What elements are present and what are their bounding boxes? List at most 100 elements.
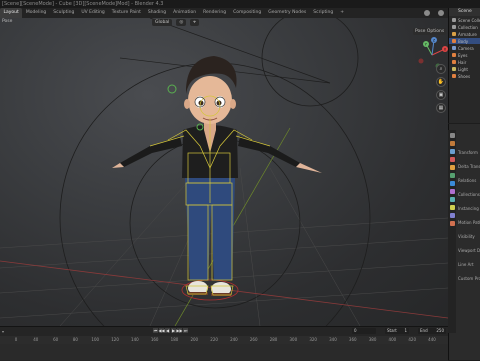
mode-selector[interactable]: Pose — [2, 19, 12, 24]
properties-panel-row[interactable]: Line Art — [458, 262, 480, 267]
outliner-item[interactable]: Eyes — [449, 52, 480, 58]
end-frame-label: End — [420, 328, 428, 333]
ruler-tick-label: 400 — [388, 337, 397, 342]
outliner-item[interactable]: Collection — [449, 24, 480, 30]
timeline-track-area[interactable] — [0, 344, 448, 360]
properties-tab-icon[interactable] — [449, 149, 455, 154]
properties-panel-row[interactable]: Viewport Display — [458, 248, 480, 253]
ruler-tick-label: 420 — [408, 337, 417, 342]
ruler-tick-label: 180 — [170, 337, 179, 342]
properties-panel-row[interactable]: Visibility — [458, 234, 480, 239]
ruler-tick-label: 100 — [91, 337, 100, 342]
outliner-item[interactable]: Camera — [449, 45, 480, 51]
object-type-icon — [452, 39, 456, 43]
workspace-tab-layout[interactable]: Layout — [0, 8, 23, 18]
camera-view-icon[interactable]: ▣ — [436, 90, 446, 100]
current-frame-field[interactable]: 0 — [352, 328, 376, 334]
start-frame-field[interactable]: Start 1 — [385, 328, 409, 334]
outliner-item[interactable]: Body — [449, 38, 480, 44]
object-type-icon — [452, 74, 456, 78]
properties-panel-row[interactable]: Motion Paths — [458, 220, 480, 225]
outliner-panel: Scene Scene CollectionCollectionArmature… — [448, 8, 480, 123]
ruler-tick-label: 320 — [309, 337, 317, 342]
perspective-toggle-icon[interactable]: ▦ — [436, 103, 446, 113]
properties-tab-icon[interactable] — [449, 221, 455, 226]
outliner-item[interactable]: Shoes — [449, 73, 480, 79]
workspace-tab-sculpting[interactable]: Sculpting — [50, 8, 78, 18]
properties-tab-strip — [448, 130, 456, 333]
properties-tab-icon[interactable] — [449, 205, 455, 210]
workspace-tab-uv-editing[interactable]: UV Editing — [78, 8, 108, 18]
transform-controls: Global ◎ ⌖ — [150, 19, 199, 26]
properties-tab-icon[interactable] — [449, 197, 455, 202]
pivot-point-icon[interactable]: ◎ — [176, 19, 187, 26]
timeline-header: ▾ ⏮ ◀◀ ◀ ▶ ▶▶ ⏭ 0 Start 1 End 250 — [0, 327, 448, 335]
transform-orientation-dropdown[interactable]: Global — [152, 19, 173, 26]
ruler-tick-label: 240 — [230, 337, 238, 342]
jump-start-icon[interactable]: ⏮ — [153, 328, 158, 333]
ruler-tick-label: 300 — [289, 337, 298, 342]
ruler-tick-label: 440 — [428, 337, 436, 342]
zoom-icon[interactable]: ⌕ — [436, 64, 446, 74]
jump-next-key-icon[interactable]: ▶▶ — [176, 328, 183, 333]
workspace-tab-shading[interactable]: Shading — [144, 8, 169, 18]
ruler-tick-label: 220 — [210, 337, 218, 342]
object-type-icon — [452, 46, 456, 50]
ruler-tick-label: 380 — [368, 337, 377, 342]
workspace-tab-compositing[interactable]: Compositing — [230, 8, 265, 18]
jump-prev-key-icon[interactable]: ◀◀ — [158, 328, 165, 333]
workspace-tab-texture-paint[interactable]: Texture Paint — [108, 8, 144, 18]
end-frame-value: 250 — [436, 328, 444, 333]
outliner-item-label: Scene Collection — [458, 17, 480, 23]
scene-selector-icon[interactable] — [424, 10, 430, 16]
3d-viewport[interactable] — [0, 18, 448, 326]
properties-panel-row[interactable]: Transform — [458, 150, 480, 155]
start-frame-value: 1 — [404, 328, 407, 333]
outliner-item-label: Eyes — [458, 52, 468, 58]
view-layer-icon[interactable] — [438, 10, 444, 16]
outliner-item[interactable]: Hair — [449, 59, 480, 65]
workspace-tab-scripting[interactable]: Scripting — [310, 8, 337, 18]
properties-panel-row[interactable]: Collections — [458, 192, 480, 197]
workspace-tab-animation[interactable]: Animation — [170, 8, 200, 18]
snap-icon[interactable]: ⌖ — [190, 19, 199, 26]
properties-tab-icon[interactable] — [449, 213, 455, 218]
character-model[interactable] — [112, 56, 322, 296]
timeline-menu-label[interactable]: ▾ — [2, 329, 4, 334]
jump-end-icon[interactable]: ⏭ — [183, 328, 188, 333]
outliner-item-label: Hair — [458, 59, 467, 65]
properties-tab-icon[interactable] — [449, 157, 455, 162]
properties-tab-icon[interactable] — [449, 165, 455, 170]
pose-options-dropdown[interactable]: Pose Options — [413, 28, 447, 35]
outliner-item[interactable]: Scene Collection — [449, 17, 480, 23]
topbar-right-controls — [420, 8, 448, 18]
ruler-tick-label: 120 — [111, 337, 119, 342]
workspace-tab-[interactable]: + — [337, 8, 348, 18]
properties-tab-icon[interactable] — [449, 173, 455, 178]
properties-tab-icon[interactable] — [449, 181, 455, 186]
properties-tab-icon[interactable] — [449, 141, 455, 146]
object-type-icon — [452, 25, 456, 29]
properties-tab-icon[interactable] — [449, 133, 455, 138]
ruler-tick-label: 340 — [329, 337, 337, 342]
outliner-item[interactable]: Light — [449, 66, 480, 72]
workspace-tab-rendering[interactable]: Rendering — [200, 8, 230, 18]
start-frame-label: Start — [387, 328, 397, 333]
navigation-gizmo[interactable]: X Y Z — [412, 35, 452, 75]
play-icon[interactable]: ▶ — [171, 328, 176, 333]
workspace-tab-modeling[interactable]: Modeling — [22, 8, 49, 18]
object-type-icon — [452, 18, 456, 22]
properties-panel-row[interactable]: Delta Transform — [458, 164, 480, 169]
properties-panel-row[interactable]: Instancing — [458, 206, 480, 211]
properties-panel-row[interactable]: Relations — [458, 178, 480, 183]
timeline-ruler[interactable]: 0 40 60 80 100 120 140 160 180 200 220 240 260 280 300… — [0, 336, 448, 344]
play-reverse-icon[interactable]: ◀ — [165, 328, 170, 333]
end-frame-field[interactable]: End 250 — [418, 328, 446, 334]
properties-tab-icon[interactable] — [449, 189, 455, 194]
ruler-tick-label: 260 — [249, 337, 258, 342]
outliner-item[interactable]: Armature — [449, 31, 480, 37]
viewport-scene — [0, 18, 448, 326]
properties-panel-row[interactable]: Custom Props — [458, 276, 480, 281]
pan-hand-icon[interactable]: ✋ — [436, 77, 446, 87]
workspace-tab-geometry-nodes[interactable]: Geometry Nodes — [265, 8, 310, 18]
